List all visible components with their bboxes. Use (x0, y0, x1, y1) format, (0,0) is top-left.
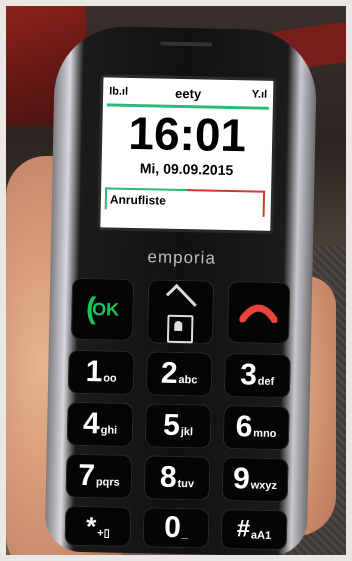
softkey-right-border (262, 190, 266, 217)
key-digit: 9 (232, 462, 251, 496)
key-digit: 0 (163, 510, 182, 545)
key-letters: pqrs (95, 476, 120, 489)
key-letters: abc (178, 373, 198, 387)
key-5[interactable]: 5 jkl (144, 403, 212, 449)
key-1[interactable]: 1 oo (67, 349, 135, 396)
key-digit: # (236, 515, 251, 543)
carrier-name: eety (174, 85, 202, 102)
end-call-button[interactable] (226, 280, 291, 345)
key-9[interactable]: 9 wxyz (221, 456, 289, 503)
key-letters: aA1 (250, 529, 272, 542)
key-letters: def (257, 375, 275, 388)
key-letters: ghi (100, 424, 118, 437)
navigation-key[interactable] (146, 279, 215, 345)
voicemail-icon: oo (103, 372, 117, 385)
hangup-icon (239, 304, 278, 324)
status-bar: Ib.ıl eety Y.ıl (109, 83, 267, 104)
clock-time: 16:01 (127, 106, 247, 162)
clock-date: Mi, 09.09.2015 (139, 160, 234, 179)
earpiece-speaker (160, 41, 213, 47)
key-8[interactable]: 8 tuv (143, 455, 211, 501)
key-0[interactable]: 0 _ (142, 507, 210, 549)
key-letters: _ (181, 528, 188, 541)
key-digit: 8 (159, 460, 178, 494)
softkey-right-border (187, 189, 266, 193)
phonebook-icon (166, 314, 194, 343)
key-digit: 2 (160, 356, 178, 390)
key-digit: 4 (82, 406, 101, 441)
key-letters: jkl (180, 426, 194, 439)
key-4[interactable]: 4 ghi (66, 401, 134, 448)
key-2[interactable]: 2 abc (145, 351, 213, 397)
key-digit: 7 (78, 458, 96, 493)
key-7[interactable]: 7 pqrs (65, 453, 133, 500)
call-button[interactable]: ( OK (70, 277, 135, 342)
photo-frame: Ib.ıl eety Y.ıl 16:01 Mi, 09.09.2015 Anr… (6, 6, 346, 555)
key-letters: tuv (177, 477, 195, 491)
signal-icon: Y.ıl (251, 88, 268, 101)
keypad: ( OK 1 oo 2 abc 3 def 4 ghi 5 jkl 6 mno … (64, 277, 292, 551)
key-star[interactable]: * +▯ (64, 505, 132, 548)
key-digit: * (85, 510, 97, 541)
call-key-label: OK (91, 298, 120, 320)
brand-logo: emporia (147, 247, 217, 268)
chevron-up-icon (165, 283, 197, 315)
phone-display: Ib.ıl eety Y.ıl 16:01 Mi, 09.09.2015 Anr… (97, 74, 277, 234)
key-letters: wxyz (250, 479, 278, 493)
key-digit: 3 (239, 358, 258, 392)
key-letters: +▯ (97, 526, 110, 540)
mobile-phone: Ib.ıl eety Y.ıl 16:01 Mi, 09.09.2015 Anr… (44, 25, 318, 555)
key-hash[interactable]: # aA1 (220, 508, 288, 551)
softkey-call-list[interactable]: Anrufliste (104, 187, 191, 212)
key-digit: 5 (162, 408, 181, 443)
key-letters: mno (253, 427, 277, 441)
key-6[interactable]: 6 mno (222, 404, 290, 451)
key-3[interactable]: 3 def (223, 352, 291, 399)
key-digit: 1 (85, 355, 103, 389)
key-digit: 6 (235, 410, 253, 444)
